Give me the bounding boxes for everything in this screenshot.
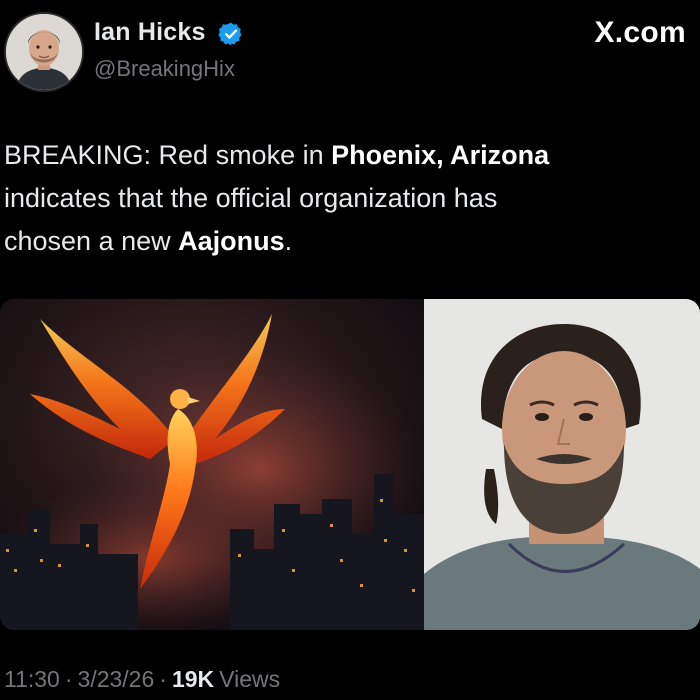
- brand-logo-text: X.com: [594, 16, 686, 49]
- tweet-text-segment: BREAKING: Red smoke in: [4, 140, 332, 170]
- author-name[interactable]: Ian Hicks: [94, 18, 206, 47]
- meta-separator: ·: [159, 666, 167, 692]
- name-highlight: Aajonus: [178, 226, 285, 256]
- bearded-man-portrait-image[interactable]: [424, 299, 700, 630]
- tweet-line-3: chosen a new Aajonus.: [4, 220, 644, 263]
- avatar-portrait-icon: [6, 14, 82, 90]
- meta-separator: ·: [64, 666, 73, 692]
- tweet-line-1: BREAKING: Red smoke in Phoenix, Arizona: [4, 134, 644, 177]
- tweet-line-2: indicates that the official organization…: [4, 183, 498, 213]
- avatar[interactable]: [4, 12, 84, 92]
- views-label: Views: [219, 666, 281, 692]
- location-highlight: Phoenix, Arizona: [331, 140, 550, 170]
- tweet-text-segment: chosen a new: [4, 226, 179, 256]
- tweet-date[interactable]: 3/23/26: [78, 666, 155, 692]
- tweet-meta: 11:30 · 3/23/26 · 19K Views: [4, 666, 280, 693]
- views-count[interactable]: 19K: [172, 666, 214, 692]
- media-grid: [0, 299, 700, 630]
- author-handle[interactable]: @BreakingHix: [94, 56, 235, 82]
- tweet-text-segment: .: [284, 226, 293, 256]
- verified-badge-icon: [218, 22, 242, 46]
- phoenix-over-city-image[interactable]: [0, 299, 424, 630]
- tweet-text: BREAKING: Red smoke in Phoenix, Arizona …: [4, 134, 644, 263]
- tweet-time[interactable]: 11:30: [4, 666, 60, 692]
